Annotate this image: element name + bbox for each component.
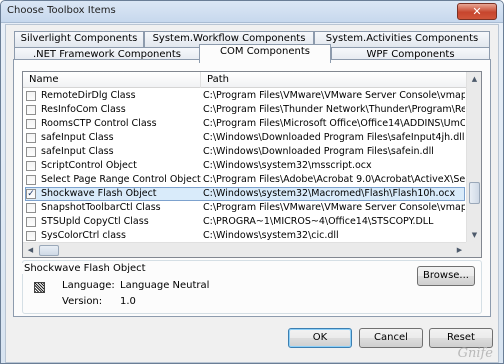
language-value: Language Neutral [120,280,210,291]
item-checkbox[interactable] [26,105,36,115]
close-button[interactable]: ✕ [457,3,497,20]
scroll-up-arrow-icon[interactable]: ▲ [467,72,481,87]
item-checkbox[interactable] [26,161,36,171]
column-header-name[interactable]: Name [23,72,201,88]
item-name: safeInput Class [41,146,114,157]
tab-com-components[interactable]: COM Components [199,44,331,63]
item-path: C:\Program Files\Thunder Network\Thunder… [203,104,465,115]
version-value: 1.0 [120,296,136,307]
item-name: Select Page Range Control Object [41,174,201,185]
item-path: C:\Program Files\Adobe\Acrobat 9.0\Acrob… [203,174,465,185]
list-rows: RemoteDirDlg Class C:\Program Files\VMwa… [23,89,467,242]
vertical-scrollbar[interactable]: ▲ ▼ [466,72,481,243]
list-item-selected[interactable]: ✓ Shockwave Flash Object C:\Windows\syst… [23,187,467,201]
list-item[interactable]: ScriptControl Object C:\Windows\system32… [23,159,467,173]
list-item[interactable]: SysColorCtrl class C:\Windows\system32\c… [23,229,467,242]
item-checkbox[interactable] [26,119,36,129]
item-checkbox[interactable] [26,91,36,101]
item-path: C:\Windows\Downloaded Program Files\safe… [203,132,465,143]
item-name: RemoteDirDlg Class [41,90,136,101]
list-item[interactable]: RemoteDirDlg Class C:\Program Files\VMwa… [23,89,467,103]
browse-button[interactable]: Browse... [417,266,475,286]
item-name: Shockwave Flash Object [41,188,157,199]
list-item[interactable]: RoomsCTP Control Class C:\Program Files\… [23,117,467,131]
item-checkbox-checked[interactable]: ✓ [26,189,36,199]
list-item[interactable]: SnapshotToolbarCtl Class C:\Program File… [23,201,467,215]
vertical-scroll-thumb[interactable] [469,182,480,204]
item-path: C:\Windows\system32\Macromed\Flash\Flash… [203,188,456,199]
choose-toolbox-items-dialog: Choose Toolbox Items ✕ Silverlight Compo… [0,0,504,364]
item-name: RoomsCTP Control Class [41,118,157,129]
column-header-path[interactable]: Path [201,72,467,88]
item-path: C:\Program Files\VMware\VMware Server Co… [203,202,465,213]
scroll-down-arrow-icon[interactable]: ▼ [467,228,481,243]
item-name: ScriptControl Object [41,160,137,171]
item-path: C:\Windows\system32\msscript.ocx [203,160,372,171]
item-path: C:\Program Files\Microsoft Office\Office… [203,118,465,129]
details-title: Shockwave Flash Object [22,263,148,274]
list-item[interactable]: safeInput Class C:\Windows\Downloaded Pr… [23,131,467,145]
component-icon [34,282,45,293]
reset-button[interactable]: Reset [429,328,493,348]
list-item[interactable]: safeInput Class C:\Windows\Downloaded Pr… [23,145,467,159]
scroll-left-arrow-icon[interactable]: ◀ [23,243,38,257]
window-title: Choose Toolbox Items [7,5,116,16]
item-checkbox[interactable] [26,203,36,213]
item-name: ResInfoCom Class [41,104,126,115]
com-components-panel: Name Path RemoteDirDlg Class C:\Program … [13,59,491,317]
item-name: SnapshotToolbarCtl Class [41,202,161,213]
title-bar: Choose Toolbox Items ✕ [1,1,503,23]
scrollbar-corner [466,242,481,257]
language-label: Language: [62,280,115,291]
tab-system-activities-components[interactable]: System.Activities Components [314,31,490,47]
item-path: C:\Windows\system32\cic.dll [203,230,339,241]
item-name: STSUpld CopyCtl Class [41,216,149,227]
list-item[interactable]: STSUpld CopyCtl Class C:\PROGRA~1\MICROS… [23,215,467,229]
watermark-text: Gnife [457,346,493,361]
horizontal-scrollbar[interactable]: ◀ ▶ [23,242,467,257]
item-checkbox[interactable] [26,231,36,241]
item-path: C:\PROGRA~1\MICROS~4\Office14\STSCOPY.DL… [203,216,434,227]
ok-button[interactable]: OK [288,328,352,348]
item-path: C:\Windows\Downloaded Program Files\safe… [203,146,434,157]
item-name: SysColorCtrl class [41,230,126,241]
item-name: safeInput Class [41,132,114,143]
item-checkbox[interactable] [26,175,36,185]
version-label: Version: [62,296,103,307]
item-checkbox[interactable] [26,217,36,227]
item-checkbox[interactable] [26,133,36,143]
list-item[interactable]: Select Page Range Control Object C:\Prog… [23,173,467,187]
scroll-right-arrow-icon[interactable]: ▶ [452,243,467,257]
components-list[interactable]: Name Path RemoteDirDlg Class C:\Program … [22,71,482,258]
list-header: Name Path [23,72,467,88]
list-item[interactable]: ResInfoCom Class C:\Program Files\Thunde… [23,103,467,117]
horizontal-scroll-thumb[interactable] [39,245,59,256]
item-path: C:\Program Files\VMware\VMware Server Co… [203,90,465,101]
cancel-button[interactable]: Cancel [359,328,423,348]
tab-silverlight-components[interactable]: Silverlight Components [14,31,144,47]
item-checkbox[interactable] [26,147,36,157]
